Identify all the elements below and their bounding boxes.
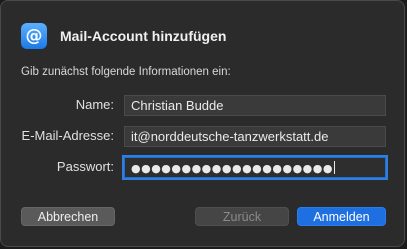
name-label: Name:: [75, 97, 114, 112]
text-caret: [333, 161, 335, 174]
at-glyph: @: [25, 25, 43, 46]
back-button[interactable]: Zurück: [195, 207, 289, 226]
password-field[interactable]: ●●●●●●●●●●●●●●●●●●●●: [124, 157, 386, 178]
password-label: Passwort:: [56, 159, 114, 174]
email-field[interactable]: it@norddeutsche-tanzwerkstatt.de: [124, 126, 386, 147]
name-value: Christian Budde: [131, 98, 224, 113]
password-value: ●●●●●●●●●●●●●●●●●●●●: [131, 162, 333, 175]
email-value: it@norddeutsche-tanzwerkstatt.de: [131, 129, 329, 144]
instructions-text: Gib zunächst folgende Informationen ein:: [21, 66, 231, 78]
name-field[interactable]: Christian Budde: [124, 95, 386, 116]
email-label: E-Mail-Adresse:: [21, 128, 114, 143]
add-mail-account-dialog: @ Mail-Account hinzufügen Gib zunächst f…: [0, 0, 405, 247]
dialog-title: Mail-Account hinzufügen: [60, 28, 227, 44]
mail-at-icon: @: [21, 23, 47, 49]
login-button[interactable]: Anmelden: [297, 207, 386, 226]
cancel-button[interactable]: Abbrechen: [21, 207, 115, 226]
